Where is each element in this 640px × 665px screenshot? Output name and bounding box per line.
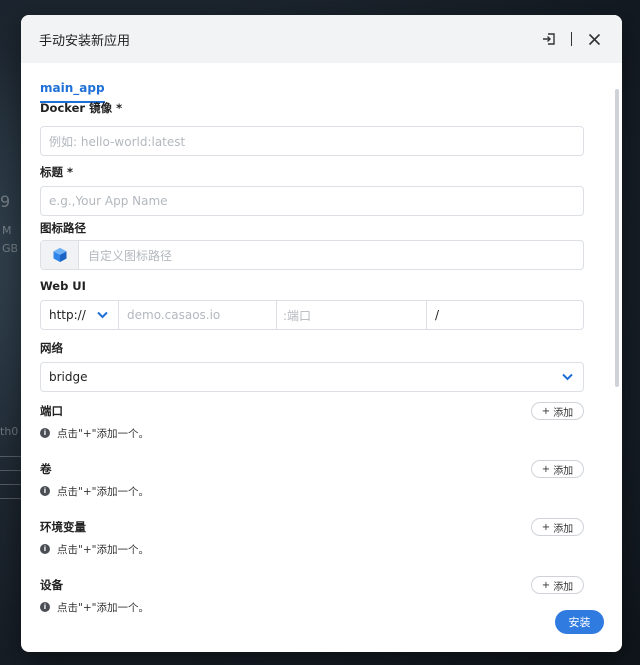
add-volume-button[interactable]: + 添加 [531, 460, 584, 478]
path-value: / [435, 308, 440, 322]
docker-image-label: Docker 镜像 * [40, 101, 123, 115]
volumes-hint: i 点击"+"添加一个。 [40, 482, 584, 500]
dialog-title: 手动安装新应用 [39, 33, 131, 49]
devices-hint-text: 点击"+"添加一个。 [57, 601, 149, 614]
add-device-button[interactable]: + 添加 [531, 576, 584, 594]
install-button[interactable]: 安装 [555, 610, 604, 634]
port-placeholder: :端口 [283, 308, 312, 323]
ports-hint: i 点击"+"添加一个。 [40, 424, 584, 442]
protocol-value: http:// [49, 308, 86, 322]
info-icon: i [40, 428, 50, 438]
title-input[interactable]: e.g.,Your App Name [40, 186, 584, 216]
web-ui-label: Web UI [40, 279, 86, 293]
env-section-header: 环境变量 + 添加 [40, 517, 584, 537]
ports-section-header: 端口 + 添加 [40, 401, 584, 421]
devices-section-header: 设备 + 添加 [40, 575, 584, 595]
background-line [0, 484, 22, 485]
chevron-down-icon [97, 308, 108, 322]
tab-bar: main_app [21, 63, 622, 103]
plus-icon: + [541, 579, 551, 591]
background-line [0, 470, 22, 471]
background-text: 9 [0, 192, 11, 211]
close-icon[interactable] [584, 29, 604, 49]
title-placeholder: e.g.,Your App Name [49, 194, 168, 208]
env-hint-text: 点击"+"添加一个。 [57, 543, 149, 556]
add-label: 添加 [553, 581, 574, 593]
header-divider [571, 32, 572, 46]
icon-path-placeholder: 自定义图标路径 [88, 248, 173, 263]
ports-hint-text: 点击"+"添加一个。 [57, 427, 149, 440]
form-content: Docker 镜像 * 例如: hello-world:latest 标题 * … [40, 101, 584, 616]
network-label: 网络 [40, 341, 63, 355]
background-text: th0 [0, 425, 19, 438]
host-placeholder: demo.casaos.io [127, 308, 221, 322]
background-line [0, 456, 22, 457]
plus-icon: + [541, 463, 551, 475]
add-label: 添加 [553, 465, 574, 477]
plus-icon: + [541, 405, 551, 417]
ports-label: 端口 [40, 404, 63, 418]
volumes-label: 卷 [40, 462, 52, 476]
volumes-section-header: 卷 + 添加 [40, 459, 584, 479]
devices-label: 设备 [40, 578, 63, 592]
add-label: 添加 [553, 407, 574, 419]
import-icon[interactable] [539, 29, 559, 49]
env-label: 环境变量 [40, 520, 86, 534]
path-input[interactable]: / [427, 301, 583, 329]
background-text: M [2, 224, 12, 237]
install-app-dialog: 手动安装新应用 main_app Docker 镜像 * 例如: hello-w… [21, 15, 622, 652]
dialog-header: 手动安装新应用 [21, 15, 622, 63]
icon-path-input[interactable]: 自定义图标路径 [40, 240, 584, 270]
header-actions [539, 29, 604, 49]
docker-image-placeholder: 例如: hello-world:latest [49, 134, 186, 149]
add-label: 添加 [553, 523, 574, 535]
icon-path-label: 图标路径 [40, 221, 86, 235]
app-cube-icon [41, 241, 79, 269]
info-icon: i [40, 602, 50, 612]
plus-icon: + [541, 521, 551, 533]
web-ui-group: http:// demo.casaos.io :端口 / [40, 300, 584, 330]
chevron-down-icon [562, 370, 573, 384]
background-line [0, 498, 22, 499]
env-hint: i 点击"+"添加一个。 [40, 540, 584, 558]
add-port-button[interactable]: + 添加 [531, 402, 584, 420]
volumes-hint-text: 点击"+"添加一个。 [57, 485, 149, 498]
devices-hint: i 点击"+"添加一个。 [40, 598, 584, 616]
protocol-select[interactable]: http:// [41, 301, 119, 329]
info-icon: i [40, 544, 50, 554]
info-icon: i [40, 486, 50, 496]
host-input[interactable]: demo.casaos.io [119, 301, 277, 329]
add-env-button[interactable]: + 添加 [531, 518, 584, 536]
title-label: 标题 * [40, 165, 74, 179]
port-input[interactable]: :端口 [277, 301, 427, 329]
network-value: bridge [49, 370, 88, 384]
background-text: GB [2, 242, 19, 255]
scrollbar[interactable] [615, 89, 619, 387]
docker-image-input[interactable]: 例如: hello-world:latest [40, 126, 584, 156]
network-select[interactable]: bridge [40, 362, 584, 392]
